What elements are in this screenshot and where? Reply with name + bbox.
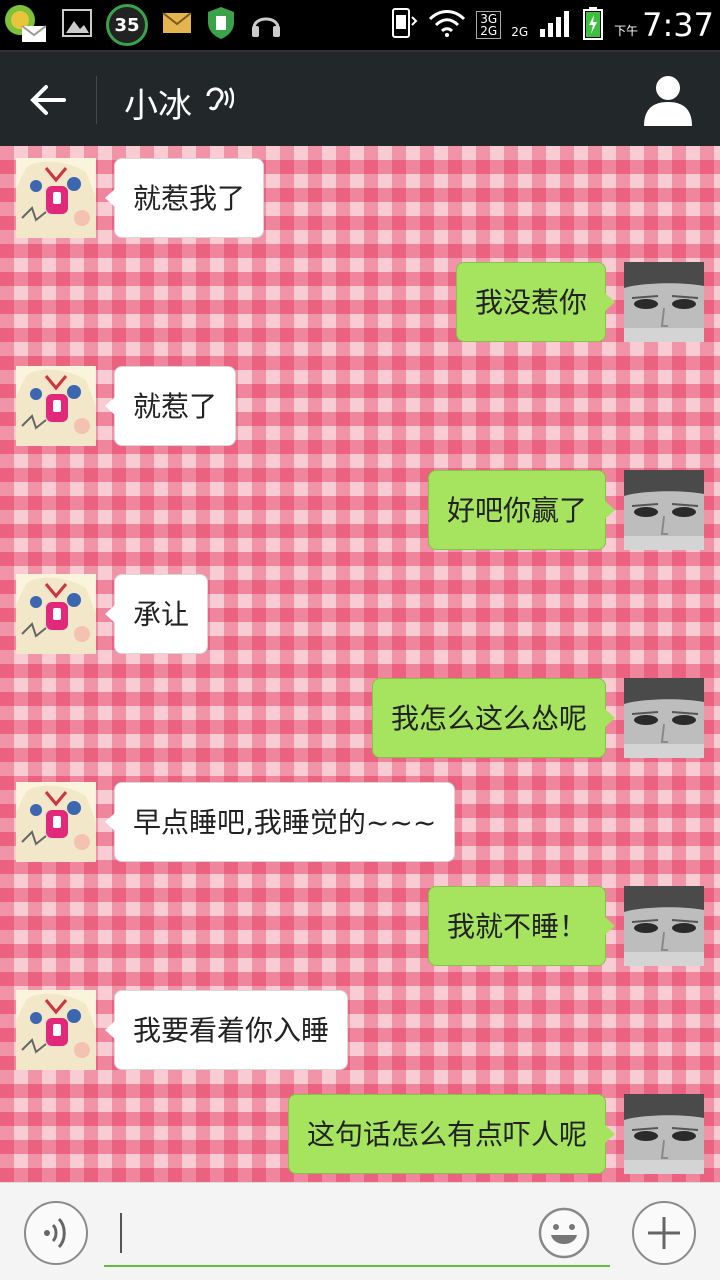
message-bubble[interactable]: 承让 bbox=[104, 574, 209, 654]
status-bar: 35 3G 2G 2G 下午 7:37 bbox=[0, 0, 720, 50]
user-avatar[interactable] bbox=[624, 470, 704, 550]
profile-button[interactable] bbox=[640, 72, 696, 128]
emoji-button[interactable] bbox=[538, 1207, 590, 1259]
back-button[interactable] bbox=[16, 68, 80, 132]
notification-counter-icon: 35 bbox=[106, 4, 148, 46]
message-list[interactable]: 就惹我了我没惹你就惹了好吧你赢了承让我怎么这么怂呢早点睡吧,我睡觉的~~~ 我就不… bbox=[0, 146, 720, 1182]
voice-icon bbox=[44, 1217, 66, 1249]
contact-avatar[interactable] bbox=[16, 574, 96, 654]
input-bar bbox=[0, 1182, 720, 1280]
plus-icon bbox=[648, 1217, 680, 1249]
message-input[interactable] bbox=[104, 1207, 610, 1267]
person-icon bbox=[644, 76, 692, 126]
user-avatar[interactable] bbox=[624, 678, 704, 758]
network-2g-label: 2G bbox=[511, 25, 529, 39]
incoming-message-row: 早点睡吧,我睡觉的~~~ bbox=[0, 770, 720, 874]
shield-icon bbox=[206, 6, 236, 44]
app-update-icon bbox=[2, 2, 48, 48]
contact-avatar[interactable] bbox=[16, 366, 96, 446]
headphones-icon bbox=[250, 8, 282, 42]
outgoing-message-row: 我就不睡！ bbox=[0, 874, 720, 978]
outgoing-message-row: 我怎么这么怂呢 bbox=[0, 666, 720, 770]
message-bubble[interactable]: 我没惹你 bbox=[455, 262, 616, 342]
incoming-message-row: 就惹了 bbox=[0, 354, 720, 458]
clock: 7:37 bbox=[642, 6, 714, 44]
message-bubble[interactable]: 就惹了 bbox=[104, 366, 237, 446]
chat-header: 小冰 bbox=[0, 50, 720, 146]
contact-avatar[interactable] bbox=[16, 782, 96, 862]
user-avatar[interactable] bbox=[624, 886, 704, 966]
battery-icon bbox=[582, 6, 604, 44]
arrow-left-icon bbox=[30, 85, 66, 115]
user-avatar[interactable] bbox=[624, 262, 704, 342]
header-divider bbox=[96, 76, 97, 124]
chat-title: 小冰 bbox=[124, 86, 192, 126]
contact-avatar[interactable] bbox=[16, 158, 96, 238]
text-cursor bbox=[120, 1213, 122, 1253]
outgoing-message-row: 这句话怎么有点吓人呢 bbox=[0, 1082, 720, 1182]
contact-avatar[interactable] bbox=[16, 990, 96, 1070]
incoming-message-row: 承让 bbox=[0, 562, 720, 666]
message-bubble[interactable]: 好吧你赢了 bbox=[427, 470, 616, 550]
smiley-icon bbox=[538, 1207, 590, 1259]
mail-icon bbox=[162, 12, 192, 38]
message-bubble[interactable]: 就惹我了 bbox=[104, 158, 265, 238]
ear-icon bbox=[200, 82, 235, 120]
message-bubble[interactable]: 这句话怎么有点吓人呢 bbox=[287, 1094, 616, 1174]
message-bubble[interactable]: 早点睡吧,我睡觉的~~~ bbox=[104, 782, 456, 862]
am-pm-label: 下午 bbox=[614, 23, 639, 38]
message-bubble[interactable]: 我怎么这么怂呢 bbox=[371, 678, 616, 758]
signal-icon bbox=[538, 9, 572, 41]
incoming-message-row: 我要看着你入睡 bbox=[0, 978, 720, 1082]
message-bubble[interactable]: 我要看着你入睡 bbox=[104, 990, 349, 1070]
network-type-icon: 3G 2G bbox=[476, 11, 502, 39]
wifi-icon bbox=[428, 9, 466, 41]
message-bubble[interactable]: 我就不睡！ bbox=[427, 886, 616, 966]
outgoing-message-row: 我没惹你 bbox=[0, 250, 720, 354]
phone-vibrate-icon bbox=[390, 7, 418, 43]
outgoing-message-row: 好吧你赢了 bbox=[0, 458, 720, 562]
gallery-icon bbox=[62, 9, 92, 41]
network-bottom-label: 2G bbox=[480, 24, 498, 38]
incoming-message-row: 就惹我了 bbox=[0, 146, 720, 250]
user-avatar[interactable] bbox=[624, 1094, 704, 1174]
voice-button[interactable] bbox=[24, 1201, 88, 1265]
more-button[interactable] bbox=[632, 1201, 696, 1265]
